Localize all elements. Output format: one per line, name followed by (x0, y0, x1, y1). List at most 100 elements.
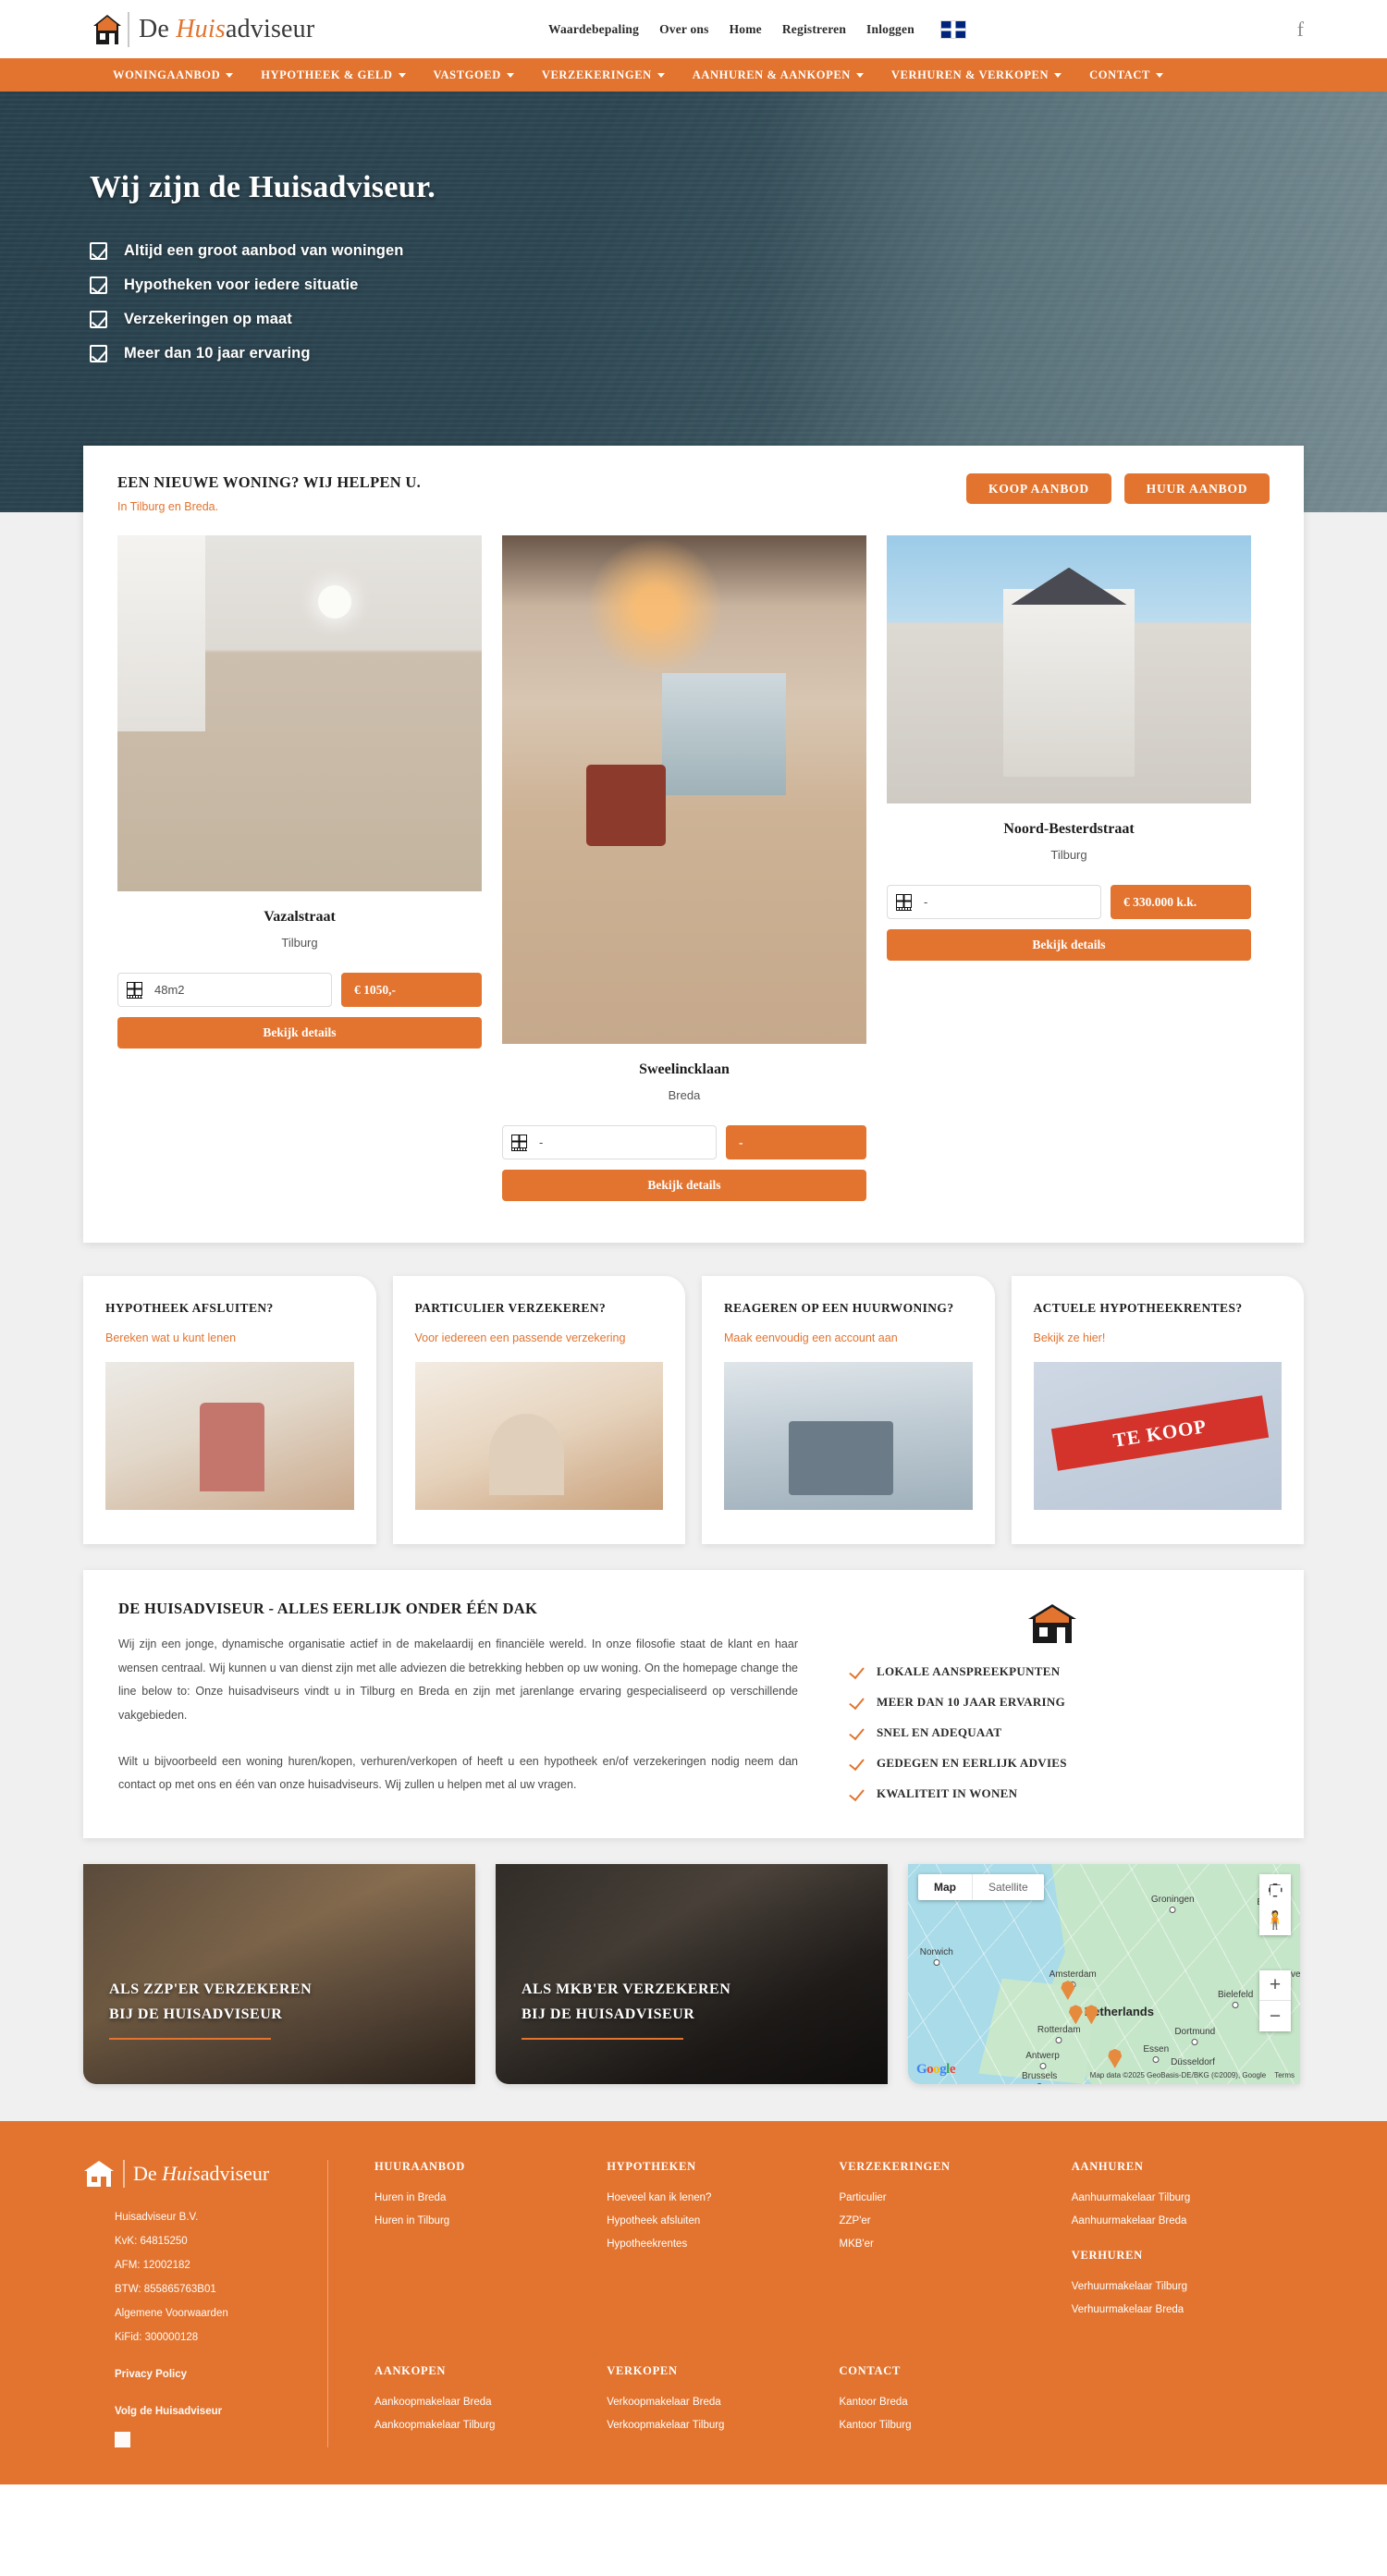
banner-line-2: BIJ DE HUISADVISEUR (522, 2006, 695, 2022)
map-label-norwich: Norwich (919, 1947, 953, 1958)
footer-link[interactable]: Verkoopmakelaar Breda (607, 2397, 822, 2408)
footer-brand-prefix: De (133, 2162, 163, 2185)
footer-link[interactable]: Hypotheek afsluiten (607, 2215, 822, 2226)
feature-card-hypotheekrentes[interactable]: ACTUELE HYPOTHEEKRENTES? Bekijk ze hier! (1011, 1276, 1304, 1544)
footer-link[interactable]: Verkoopmakelaar Tilburg (607, 2420, 822, 2431)
property-image[interactable] (117, 535, 482, 891)
property-meta-row: - - (502, 1125, 866, 1159)
nav-item-aanhuren-aankopen[interactable]: AANHUREN & AANKOPEN (693, 68, 864, 82)
footer-link[interactable]: Verhuurmakelaar Breda (1072, 2304, 1287, 2315)
footer-link[interactable]: Verhuurmakelaar Tilburg (1072, 2281, 1287, 2292)
property-image[interactable] (502, 535, 866, 1044)
zoom-out-button[interactable]: − (1259, 2001, 1291, 2031)
footer-link[interactable]: MKB'er (840, 2239, 1055, 2250)
feature-card-hypotheek[interactable]: HYPOTHEEK AFSLUITEN? Bereken wat u kunt … (83, 1276, 376, 1544)
footer-algemene-voorwaarden-link[interactable]: Algemene Voorwaarden (115, 2308, 301, 2319)
bekijk-details-button[interactable]: Bekijk details (117, 1017, 482, 1049)
bekijk-details-button[interactable]: Bekijk details (887, 929, 1251, 961)
nav-item-verhuren-verkopen[interactable]: VERHUREN & VERKOPEN (891, 68, 1062, 82)
property-card[interactable]: Noord-Besterdstraat Tilburg - € 330.000 … (887, 535, 1251, 961)
footer-kvk: KvK: 64815250 (115, 2236, 188, 2247)
listings-header: EEN NIEUWE WONING? WIJ HELPEN U. In Tilb… (117, 473, 1270, 513)
house-logo-icon (84, 2161, 114, 2187)
map-tab-satellite[interactable]: Satellite (973, 1874, 1044, 1900)
property-area-value: - (924, 895, 928, 909)
site-logo[interactable]: De Huisadviseur (92, 11, 314, 47)
footer-link[interactable]: ZZP'er (840, 2215, 1055, 2226)
banner-line-2: BIJ DE HUISADVISEUR (109, 2006, 283, 2022)
footer-link[interactable]: Particulier (840, 2192, 1055, 2203)
property-image[interactable] (887, 535, 1251, 803)
google-map[interactable]: Map Satellite Groningen Bremen Norwich A… (908, 1864, 1300, 2084)
check-icon (850, 1665, 865, 1678)
footer-link[interactable]: Aankoopmakelaar Breda (374, 2397, 590, 2408)
top-header-bar: De Huisadviseur Waardebepaling Over ons … (0, 0, 1387, 58)
nav-label: HYPOTHEEK & GELD (261, 67, 393, 81)
logo-divider (128, 11, 129, 47)
footer-link[interactable]: Aanhuurmakelaar Breda (1072, 2215, 1287, 2226)
footer-link[interactable]: Huren in Breda (374, 2192, 590, 2203)
nav-item-hypotheek-geld[interactable]: HYPOTHEEK & GELD (261, 67, 406, 82)
feature-subtitle: Bekijk ze hier! (1033, 1331, 1106, 1344)
banner-zzp[interactable]: ALS ZZP'ER VERZEKEREN BIJ DE HUISADVISEU… (83, 1864, 475, 2084)
nav-item-woningaanbod[interactable]: WONINGAANBOD (113, 68, 234, 82)
huur-aanbod-button[interactable]: HUUR AANBOD (1124, 473, 1270, 504)
topnav-item-home[interactable]: Home (730, 22, 762, 37)
usp-label: MEER DAN 10 JAAR ERVARING (877, 1695, 1065, 1709)
usp-item: KWALITEIT IN WONEN (850, 1786, 1269, 1801)
nav-item-vastgoed[interactable]: VASTGOED (434, 68, 514, 82)
topnav-item-waardebepaling[interactable]: Waardebepaling (548, 22, 639, 37)
fullscreen-button[interactable] (1259, 1874, 1291, 1906)
banner-row: ALS ZZP'ER VERZEKEREN BIJ DE HUISADVISEU… (83, 1864, 1304, 2121)
footer-link[interactable]: Hypotheekrentes (607, 2239, 822, 2250)
footer-link[interactable]: Aankoopmakelaar Tilburg (374, 2420, 590, 2431)
usp-list: LOKALE AANSPREEKPUNTEN MEER DAN 10 JAAR … (835, 1664, 1269, 1801)
feature-card-huurwoning[interactable]: REAGEREN OP EEN HUURWONING? Maak eenvoud… (702, 1276, 995, 1544)
map-zoom-controls: + − (1259, 1970, 1291, 2031)
hero-bullet: Hypotheken voor iedere situatie (90, 276, 1387, 294)
topnav-item-registreren[interactable]: Registreren (782, 22, 846, 37)
footer-link[interactable]: Kantoor Tilburg (840, 2420, 1055, 2431)
uk-flag-icon[interactable] (939, 19, 966, 39)
footer-column-title: AANHUREN (1071, 2160, 1144, 2173)
map-label-dortmund: Dortmund (1174, 2027, 1216, 2038)
property-price-badge: € 330.000 k.k. (1111, 885, 1251, 919)
about-usp-column: LOKALE AANSPREEKPUNTEN MEER DAN 10 JAAR … (835, 1600, 1269, 1801)
footer-link[interactable]: Aanhuurmakelaar Tilburg (1072, 2192, 1287, 2203)
footer-logo[interactable]: De Huisadviseur (83, 2160, 301, 2188)
footer-privacy-policy-link[interactable]: Privacy Policy (115, 2369, 301, 2380)
feature-title: REAGEREN OP EEN HUURWONING? (724, 1301, 954, 1315)
topnav-item-inloggen[interactable]: Inloggen (866, 22, 914, 37)
chevron-down-icon (506, 72, 514, 78)
topnav-item-over-ons[interactable]: Over ons (659, 22, 708, 37)
map-type-toggle: Map Satellite (918, 1874, 1044, 1900)
footer-company-info: Huisadviseur B.V. KvK: 64815250 AFM: 120… (83, 2212, 301, 2447)
footer-link[interactable]: Huren in Tilburg (374, 2215, 590, 2226)
map-terms-link[interactable]: Terms (1274, 2071, 1295, 2079)
map-label-dusseldorf: Düsseldorf (1171, 2057, 1215, 2068)
footer-follow-label: Volg de Huisadviseur (115, 2406, 223, 2417)
facebook-icon[interactable]: f (115, 2432, 130, 2447)
usp-item: GEDEGEN EN EERLIJK ADVIES (850, 1756, 1269, 1771)
street-view-pegman[interactable]: 🧍 (1259, 1906, 1291, 1935)
banner-mkb[interactable]: ALS MKB'ER VERZEKEREN BIJ DE HUISADVISEU… (496, 1864, 888, 2084)
property-card[interactable]: Sweelincklaan Breda - - Bekijk details (502, 535, 866, 1201)
nav-label: VERHUREN & VERKOPEN (890, 67, 1049, 81)
feature-card-particulier[interactable]: PARTICULIER VERZEKEREN? Voor iedereen ee… (392, 1276, 685, 1544)
google-logo: Google (916, 2062, 956, 2077)
property-city: Tilburg (281, 936, 318, 950)
nav-item-contact[interactable]: CONTACT (1089, 68, 1163, 82)
map-tab-map[interactable]: Map (918, 1874, 973, 1900)
nav-item-verzekeringen[interactable]: VERZEKERINGEN (542, 68, 665, 82)
chevron-down-icon (226, 72, 234, 78)
bekijk-details-button[interactable]: Bekijk details (502, 1170, 866, 1201)
footer-column-title: HYPOTHEKEN (607, 2160, 696, 2173)
zoom-in-button[interactable]: + (1259, 1970, 1291, 2001)
footer-link[interactable]: Hoeveel kan ik lenen? (607, 2192, 822, 2203)
footer-link[interactable]: Kantoor Breda (840, 2397, 1055, 2408)
koop-aanbod-button[interactable]: KOOP AANBOD (966, 473, 1111, 504)
property-card[interactable]: Vazalstraat Tilburg 48m2 € 1050,- Bekijk… (117, 535, 482, 1049)
map-top-controls: 🧍 (1259, 1874, 1291, 1935)
footer-column-verzekeringen: VERZEKERINGEN Particulier ZZP'er MKB'er (840, 2160, 1072, 2333)
facebook-icon[interactable]: f (1297, 18, 1304, 42)
